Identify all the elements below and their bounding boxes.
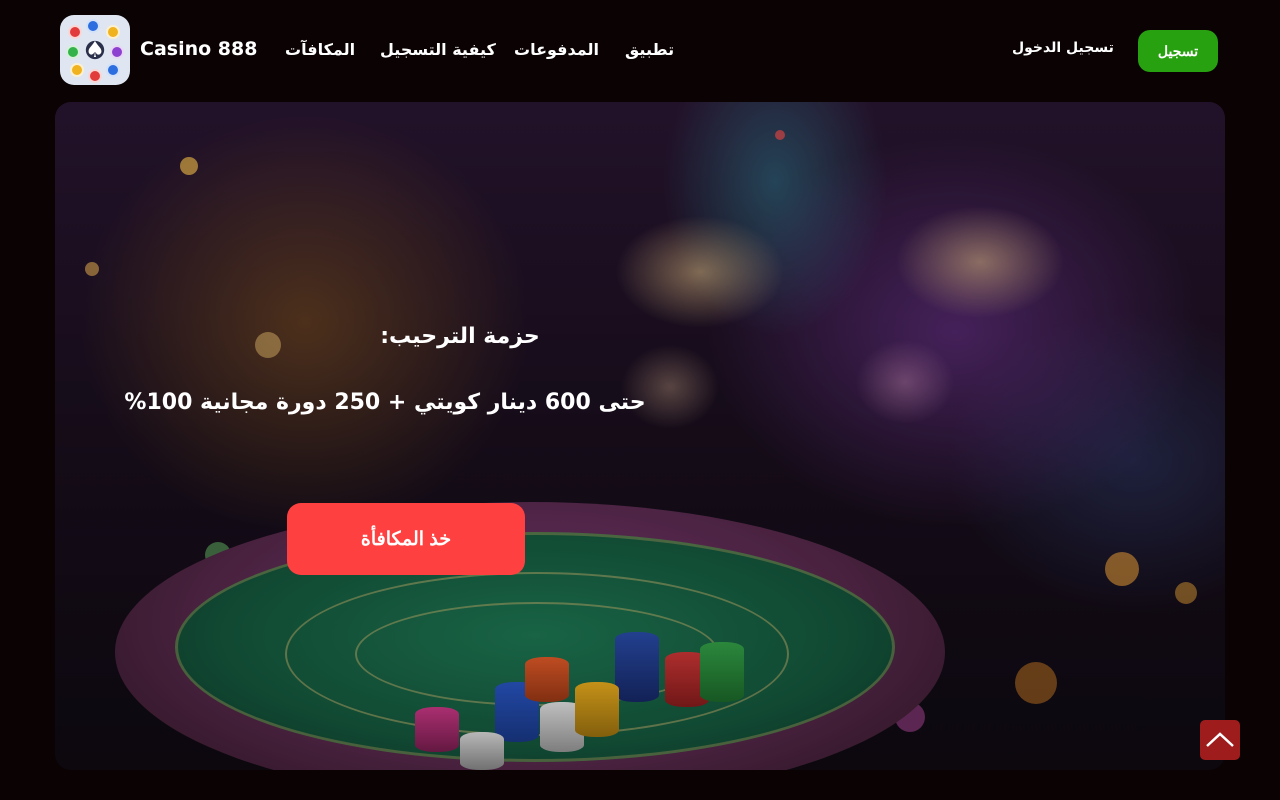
hero-banner: حزمة الترحيب: حتى 600 دينار كويتي + 250 …: [55, 102, 1225, 770]
nav-item-bonuses[interactable]: المكافآت: [285, 40, 355, 64]
scroll-to-top-button[interactable]: [1200, 720, 1240, 760]
casino-logo-icon[interactable]: ♠: [60, 15, 130, 85]
site-header: ♠ Casino 888 المكافآت كيفية التسجيل المد…: [0, 0, 1280, 100]
nav-item-how-to-register[interactable]: كيفية التسجيل: [380, 40, 496, 64]
signup-button[interactable]: تسجيل: [1138, 30, 1218, 72]
welcome-package-title: حزمة الترحيب:: [380, 324, 540, 349]
welcome-offer-text: حتى 600 دينار كويتي + 250 دورة مجانية 10…: [124, 390, 646, 415]
claim-bonus-button[interactable]: خذ المكافأة: [287, 503, 525, 575]
nav-item-payments[interactable]: المدفوعات: [514, 40, 599, 64]
chevron-up-icon: [1206, 732, 1234, 747]
spade-icon: ♠: [85, 37, 105, 63]
login-link[interactable]: تسجيل الدخول: [1012, 40, 1114, 56]
brand-name[interactable]: Casino 888: [140, 38, 257, 60]
nav-item-app[interactable]: تطبيق: [625, 40, 674, 64]
